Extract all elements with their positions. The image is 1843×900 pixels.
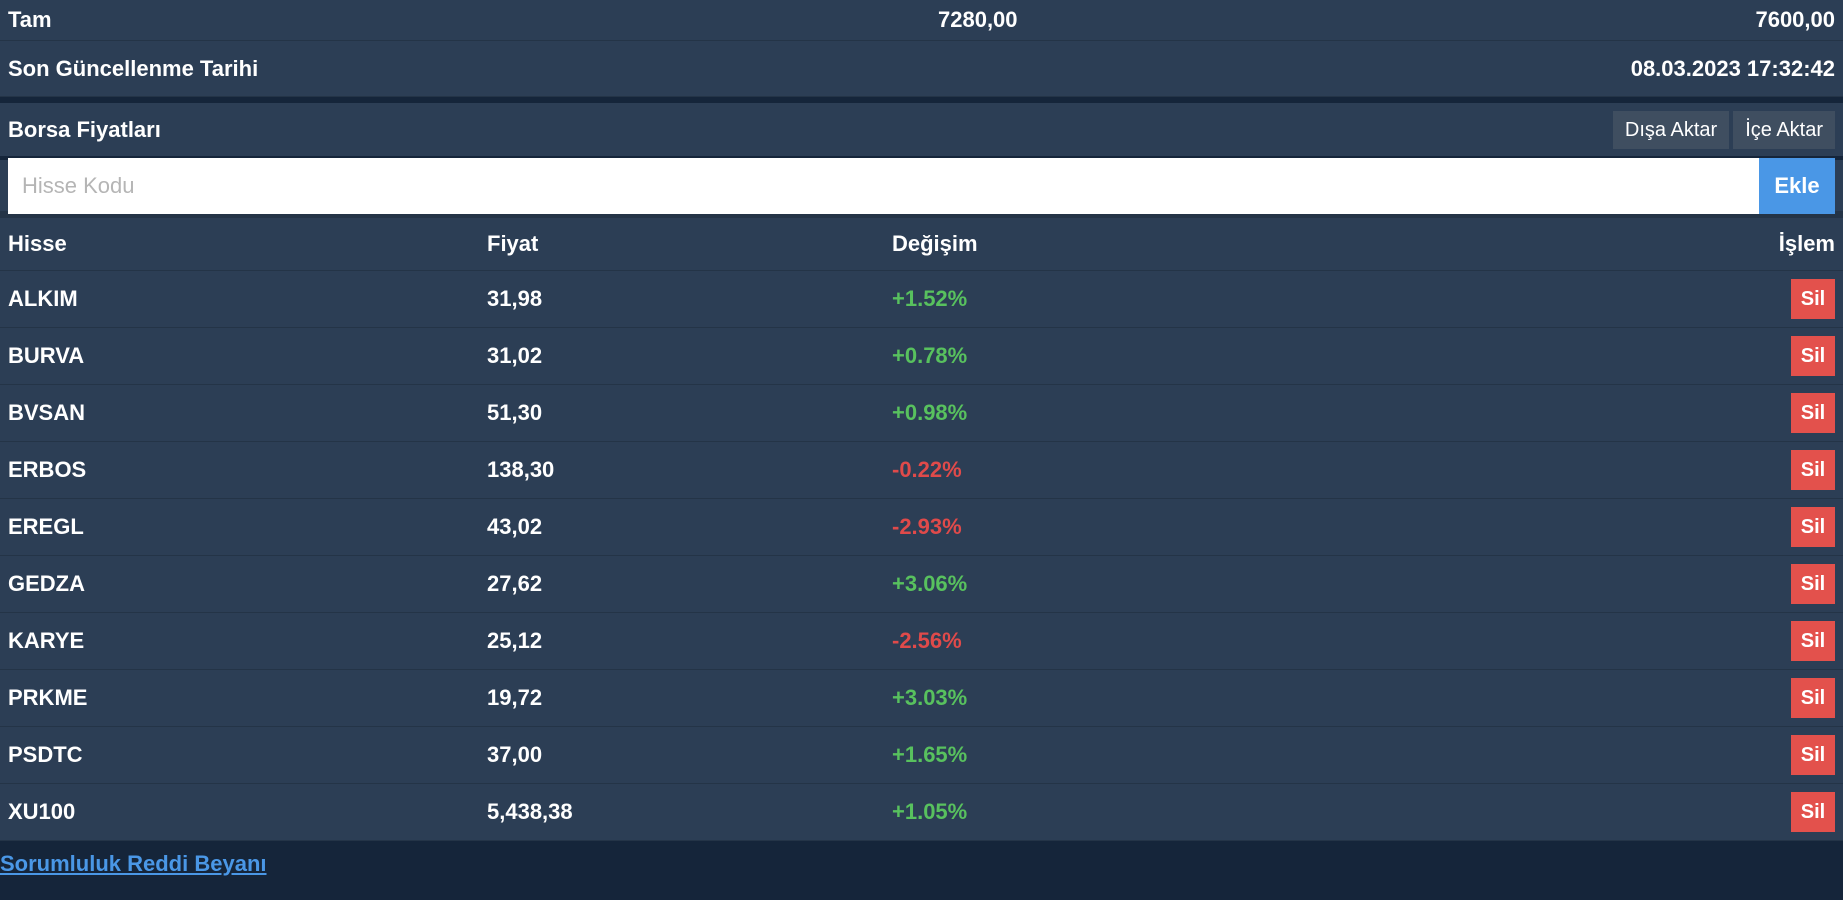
stock-price: 43,02 xyxy=(487,514,543,539)
stock-price: 25,12 xyxy=(487,628,543,653)
stock-change: -2.93% xyxy=(892,514,962,539)
table-row: KARYE 25,12 -2.56% Sil xyxy=(0,613,1843,670)
stock-code: XU100 xyxy=(8,799,76,824)
delete-button[interactable]: Sil xyxy=(1791,678,1835,718)
stock-code: EREGL xyxy=(8,514,84,539)
stock-code: BURVA xyxy=(8,343,85,368)
stocks-table-header: Hisse Fiyat Değişim İşlem xyxy=(0,218,1843,271)
stock-change: -2.56% xyxy=(892,628,962,653)
table-row: GEDZA 27,62 +3.06% Sil xyxy=(0,556,1843,613)
delete-button[interactable]: Sil xyxy=(1791,792,1835,832)
last-updated-row: Son Güncellenme Tarihi 08.03.2023 17:32:… xyxy=(0,41,1843,97)
stock-price: 31,98 xyxy=(487,286,543,311)
stock-change: +1.52% xyxy=(892,286,968,311)
delete-button[interactable]: Sil xyxy=(1791,735,1835,775)
column-header-change: Değişim xyxy=(892,231,978,256)
import-button[interactable]: İçe Aktar xyxy=(1733,110,1835,149)
stock-change: +0.98% xyxy=(892,400,968,425)
stock-change: +0.78% xyxy=(892,343,968,368)
header-buttons: Dışa Aktar İçe Aktar xyxy=(1612,110,1835,149)
stock-price: 31,02 xyxy=(487,343,543,368)
table-row: PRKME 19,72 +3.03% Sil xyxy=(0,670,1843,727)
table-row: PSDTC 37,00 +1.65% Sil xyxy=(0,727,1843,784)
table-row: ALKIM 31,98 +1.52% Sil xyxy=(0,271,1843,328)
footer: Sorumluluk Reddi Beyanı xyxy=(0,841,1843,886)
stock-price: 51,30 xyxy=(487,400,543,425)
last-updated-value: 08.03.2023 17:32:42 xyxy=(1630,55,1835,81)
delete-button[interactable]: Sil xyxy=(1791,279,1835,319)
table-row: ERBOS 138,30 -0.22% Sil xyxy=(0,442,1843,499)
delete-button[interactable]: Sil xyxy=(1791,336,1835,376)
delete-button[interactable]: Sil xyxy=(1791,393,1835,433)
gold-buy-price: 7280,00 xyxy=(938,7,1018,32)
stock-code: ERBOS xyxy=(8,457,87,482)
add-stock-bar: Ekle xyxy=(0,157,1843,218)
stock-price: 37,00 xyxy=(487,742,543,767)
table-row: BURVA 31,02 +0.78% Sil xyxy=(0,328,1843,385)
stock-change: -0.22% xyxy=(892,457,962,482)
stock-code: BVSAN xyxy=(8,400,86,425)
stock-price: 5,438,38 xyxy=(487,799,573,824)
gold-name: Tam xyxy=(8,7,52,32)
stock-code: GEDZA xyxy=(8,571,85,596)
delete-button[interactable]: Sil xyxy=(1791,621,1835,661)
delete-button[interactable]: Sil xyxy=(1791,507,1835,547)
table-row: EREGL 43,02 -2.93% Sil xyxy=(0,499,1843,556)
stock-change: +1.05% xyxy=(892,799,968,824)
stock-code: PRKME xyxy=(8,685,88,710)
stock-code: PSDTC xyxy=(8,742,83,767)
delete-button[interactable]: Sil xyxy=(1791,564,1835,604)
app-root: Tam 7280,00 7600,00 Son Güncellenme Tari… xyxy=(0,0,1843,900)
stocks-panel-header: Borsa Fiyatları Dışa Aktar İçe Aktar xyxy=(0,103,1843,160)
gold-row: Tam 7280,00 7600,00 xyxy=(0,0,1843,41)
stock-code: KARYE xyxy=(8,628,85,653)
column-header-action: İşlem xyxy=(1778,231,1835,256)
stock-code-input[interactable] xyxy=(8,157,1759,214)
last-updated-label: Son Güncellenme Tarihi xyxy=(8,55,259,81)
stock-price: 138,30 xyxy=(487,457,555,482)
stock-code: ALKIM xyxy=(8,286,78,311)
export-button[interactable]: Dışa Aktar xyxy=(1612,110,1730,149)
column-header-price: Fiyat xyxy=(487,231,539,256)
table-row: BVSAN 51,30 +0.98% Sil xyxy=(0,385,1843,442)
stocks-panel-title: Borsa Fiyatları xyxy=(8,116,161,142)
disclaimer-link[interactable]: Sorumluluk Reddi Beyanı xyxy=(0,851,267,877)
stocks-table-body: ALKIM 31,98 +1.52% Sil BURVA 31,02 +0.78… xyxy=(0,271,1843,841)
table-row: XU100 5,438,38 +1.05% Sil xyxy=(0,784,1843,841)
column-header-stock: Hisse xyxy=(8,231,67,256)
stock-change: +1.65% xyxy=(892,742,968,767)
stock-change: +3.06% xyxy=(892,571,968,596)
stock-change: +3.03% xyxy=(892,685,968,710)
stock-price: 19,72 xyxy=(487,685,543,710)
stock-price: 27,62 xyxy=(487,571,543,596)
gold-sell-price: 7600,00 xyxy=(1755,7,1835,32)
delete-button[interactable]: Sil xyxy=(1791,450,1835,490)
add-stock-button[interactable]: Ekle xyxy=(1759,157,1835,214)
